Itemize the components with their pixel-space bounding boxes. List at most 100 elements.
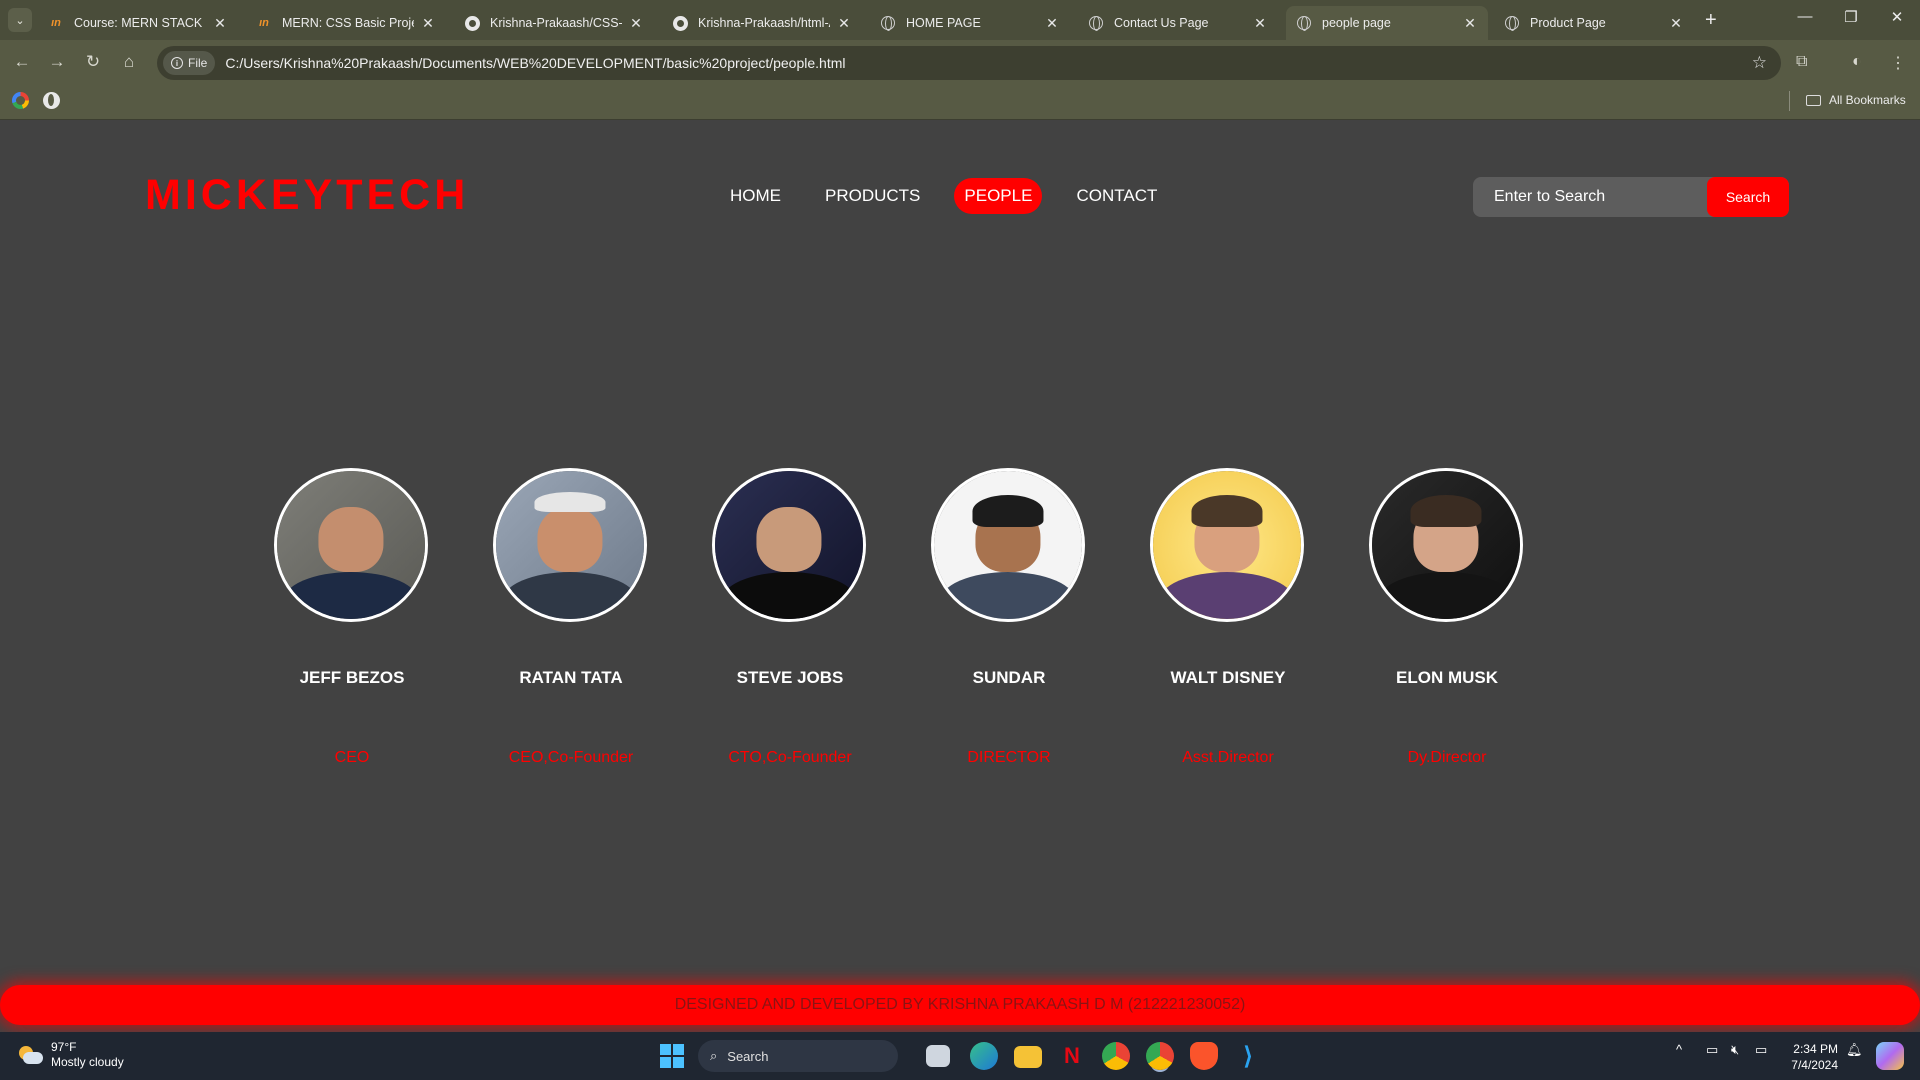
close-icon[interactable]: ✕	[212, 15, 228, 32]
extensions-icon[interactable]: ⧉	[1796, 53, 1807, 71]
tab-product-page[interactable]: Product Page ✕	[1494, 6, 1694, 40]
tab-github-html[interactable]: Krishna-Prakaash/html-AI ✕	[662, 6, 862, 40]
profile-icon[interactable]: ◐	[1852, 53, 1862, 71]
battery-icon[interactable]: ▭	[1755, 1042, 1767, 1058]
person-role: DIRECTOR	[967, 749, 1051, 766]
search-input[interactable]	[1473, 177, 1707, 217]
volume-muted-icon[interactable]: 🔇︎	[1731, 1042, 1739, 1058]
chrome-profile-icon[interactable]	[1146, 1042, 1174, 1070]
clock-time: 2:34 PM	[1793, 1042, 1838, 1056]
notification-bell-icon[interactable]: 🔔︎	[1846, 1042, 1863, 1058]
weather-widget[interactable]: 97°F Mostly cloudy	[17, 1040, 124, 1070]
network-icon[interactable]: ▭	[1706, 1042, 1718, 1058]
person-photo	[274, 468, 428, 622]
nav-home[interactable]: HOME	[720, 178, 791, 214]
search-box: Search	[1473, 177, 1789, 217]
edge-icon[interactable]	[970, 1042, 998, 1070]
globe-icon	[1089, 16, 1103, 31]
github-icon	[464, 15, 480, 31]
bookmark-star-icon[interactable]: ☆	[1752, 53, 1767, 73]
google-bookmark-icon[interactable]	[12, 92, 29, 109]
all-bookmarks-button[interactable]: All Bookmarks	[1806, 93, 1906, 107]
site-info-chip[interactable]: i File	[163, 51, 216, 75]
tab-contact-us[interactable]: Contact Us Page ✕	[1078, 6, 1278, 40]
back-icon[interactable]: ←	[10, 52, 34, 72]
new-tab-button[interactable]: +	[1705, 9, 1717, 32]
tab-github-css[interactable]: Krishna-Prakaash/CSS-BA ✕	[454, 6, 654, 40]
taskbar-clock[interactable]: 2:34 PM 7/4/2024	[1778, 1041, 1838, 1073]
reload-icon[interactable]: ↻	[81, 52, 105, 72]
nav-contact[interactable]: CONTACT	[1066, 178, 1167, 214]
person-photo	[712, 468, 866, 622]
menu-dots-icon[interactable]: ⋮	[1890, 53, 1906, 73]
close-icon[interactable]: ✕	[1252, 15, 1268, 32]
copilot-icon[interactable]	[1876, 1042, 1904, 1070]
windows-logo-icon	[660, 1044, 684, 1068]
home-icon[interactable]: ⌂	[117, 52, 141, 72]
person-photo	[1150, 468, 1304, 622]
address-bar[interactable]: i File C:/Users/Krishna%20Prakaash/Docum…	[157, 46, 1781, 80]
minimize-icon[interactable]: —	[1790, 8, 1820, 25]
person-name: WALT DISNEY	[1170, 668, 1286, 687]
close-icon[interactable]: ✕	[628, 15, 644, 32]
main-nav: HOME PRODUCTS PEOPLE CONTACT	[720, 178, 1191, 214]
globe-icon	[881, 16, 895, 31]
site-footer: DESIGNED AND DEVELOPED BY KRISHNA PRAKAA…	[0, 985, 1920, 1025]
taskbar-search[interactable]: ⌕ Search	[698, 1040, 898, 1072]
window-close-icon[interactable]: ✕	[1882, 8, 1912, 26]
forward-icon[interactable]: →	[45, 52, 69, 72]
person-role: CEO,Co-Founder	[508, 749, 634, 766]
tab-title: Contact Us Page	[1114, 16, 1209, 30]
browser-toolbar: ← → ↻ ⌂ i File C:/Users/Krishna%20Prakaa…	[0, 40, 1920, 86]
browser-tab-strip: ⌄ ın Course: MERN STACK | SE ✕ ın MERN: …	[0, 0, 1920, 40]
search-icon: ⌕	[710, 1048, 718, 1063]
person-photo	[931, 468, 1085, 622]
tab-course-mern[interactable]: ın Course: MERN STACK | SE ✕	[38, 6, 238, 40]
brave-icon[interactable]	[1190, 1042, 1218, 1070]
tab-search-button[interactable]: ⌄	[8, 8, 32, 32]
tab-people-page[interactable]: people page ✕	[1286, 6, 1488, 40]
person-photo	[493, 468, 647, 622]
people-page: MICKEYTECH HOME PRODUCTS PEOPLE CONTACT …	[0, 121, 1920, 1053]
tab-title: Krishna-Prakaash/CSS-BA	[490, 16, 622, 30]
site-info-label: File	[188, 56, 208, 70]
search-button[interactable]: Search	[1707, 177, 1789, 217]
bookmarks-bar	[0, 86, 1920, 120]
person-name: STEVE JOBS	[736, 668, 844, 687]
nav-products[interactable]: PRODUCTS	[815, 178, 930, 214]
close-icon[interactable]: ✕	[420, 15, 436, 32]
vscode-icon[interactable]: ⟩	[1234, 1042, 1262, 1070]
chrome-icon[interactable]	[1102, 1042, 1130, 1070]
close-icon[interactable]: ✕	[1044, 15, 1060, 32]
chevron-up-icon[interactable]: ^	[1676, 1042, 1682, 1057]
taskbar-search-label: Search	[727, 1048, 769, 1064]
person-role: CEO	[334, 749, 370, 766]
tab-mern-css[interactable]: ın MERN: CSS Basic Project - ✕	[246, 6, 446, 40]
tab-title: HOME PAGE	[906, 16, 981, 30]
task-view-icon[interactable]	[926, 1045, 950, 1067]
restore-icon[interactable]: ❐	[1836, 8, 1866, 26]
close-icon[interactable]: ✕	[836, 15, 852, 32]
nav-people[interactable]: PEOPLE	[954, 178, 1043, 214]
tab-home-page[interactable]: HOME PAGE ✕	[870, 6, 1070, 40]
all-bookmarks-label: All Bookmarks	[1829, 93, 1906, 107]
person-role: Dy.Director	[1407, 749, 1487, 766]
tab-title: Product Page	[1530, 16, 1606, 30]
url-text[interactable]: C:/Users/Krishna%20Prakaash/Documents/WE…	[225, 55, 1751, 71]
globe-icon	[1297, 16, 1311, 31]
windows-taskbar: 97°F Mostly cloudy ⌕ Search N ⟩ ^ ▭ 🔇︎ ▭…	[0, 1032, 1920, 1080]
tab-title: people page	[1322, 16, 1391, 30]
globe-icon	[1505, 16, 1519, 31]
github-icon	[672, 15, 688, 31]
start-button[interactable]	[658, 1042, 686, 1070]
netflix-icon[interactable]: N	[1058, 1042, 1086, 1070]
file-explorer-icon[interactable]	[1014, 1046, 1042, 1068]
close-icon[interactable]: ✕	[1668, 15, 1684, 32]
bookmarks-divider	[1789, 91, 1790, 111]
tab-title: Krishna-Prakaash/html-AI	[698, 16, 830, 30]
close-icon[interactable]: ✕	[1462, 15, 1478, 32]
clock-date: 7/4/2024	[1791, 1058, 1838, 1072]
person-name: SUNDAR	[972, 668, 1046, 687]
site-logo[interactable]: MICKEYTECH	[145, 171, 469, 220]
web-bookmark-icon[interactable]	[43, 92, 60, 109]
